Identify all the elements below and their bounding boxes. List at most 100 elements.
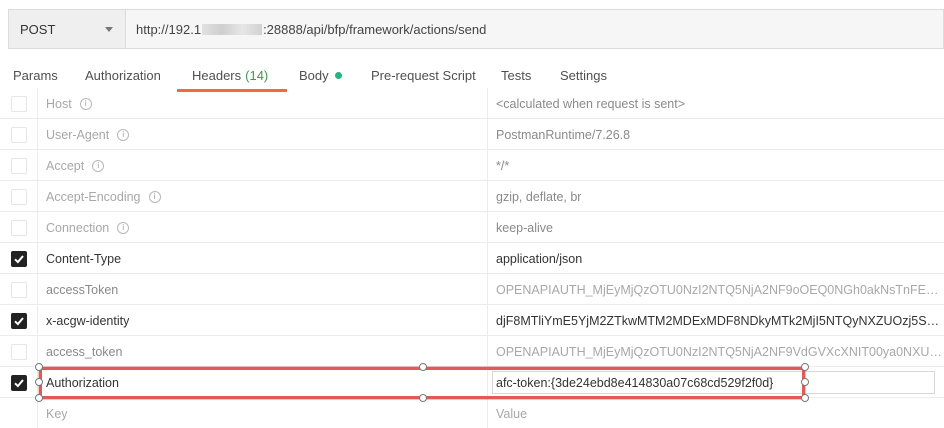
method-label: POST [20, 21, 56, 37]
header-row: Accept i */* [0, 150, 944, 181]
method-select[interactable]: POST [9, 10, 126, 48]
tab-tests[interactable]: Tests [501, 58, 531, 92]
header-value: <calculated when request is sent> [496, 96, 686, 111]
header-enable-checkbox[interactable] [10, 95, 27, 112]
chevron-down-icon [105, 26, 113, 32]
header-enable-cell [0, 398, 38, 428]
header-key-cell[interactable]: Host i [38, 88, 488, 119]
header-row: Connection i keep-alive [0, 212, 944, 243]
header-enable-checkbox[interactable] [10, 157, 27, 174]
tab-body-label: Body [299, 67, 329, 83]
tab-settings-label: Settings [560, 67, 607, 83]
tab-params-label: Params [13, 67, 58, 83]
header-row: access_token OPENAPIAUTH_MjEyMjQzOTU0NzI2… [0, 336, 944, 367]
header-key-cell[interactable]: Authorization [38, 367, 488, 398]
header-key-cell[interactable]: Content-Type [38, 243, 488, 274]
header-enable-checkbox[interactable] [10, 126, 27, 143]
header-enable-checkbox[interactable] [10, 188, 27, 205]
header-key-cell[interactable]: accessToken [38, 274, 488, 305]
header-value-cell[interactable]: OPENAPIAUTH_MjEyMjQzOTU0NzI2NTQ5NjA2NF9V… [488, 336, 944, 367]
tab-params[interactable]: Params [13, 58, 58, 92]
header-enable-checkbox[interactable] [10, 312, 27, 329]
header-value-cell[interactable]: application/json [488, 243, 944, 274]
header-value: gzip, deflate, br [496, 189, 582, 204]
header-key: User-Agent [46, 127, 110, 142]
header-enable-cell [0, 305, 38, 336]
header-value-cell[interactable]: gzip, deflate, br [488, 181, 944, 212]
request-tabs: Params Authorization Headers (14) Body Pr… [0, 58, 944, 92]
header-key: Content-Type [46, 251, 122, 266]
header-value: keep-alive [496, 220, 553, 235]
header-row: accessToken OPENAPIAUTH_MjEyMjQzOTU0NzI2N… [0, 274, 944, 305]
header-enable-checkbox[interactable] [10, 343, 27, 360]
info-icon[interactable]: i [117, 128, 130, 141]
header-key: Accept-Encoding [46, 189, 141, 204]
info-icon[interactable]: i [117, 221, 130, 234]
header-enable-checkbox[interactable] [10, 374, 27, 391]
header-enable-checkbox[interactable] [10, 250, 27, 267]
header-key: Host [46, 96, 72, 111]
header-value: OPENAPIAUTH_MjEyMjQzOTU0NzI2NTQ5NjA2NF9V… [496, 344, 944, 359]
header-key: Accept [46, 158, 85, 173]
tab-tests-label: Tests [501, 67, 532, 83]
check-icon [13, 253, 25, 265]
header-enable-checkbox[interactable] [10, 219, 27, 236]
header-value-cell[interactable]: */* [488, 150, 944, 181]
header-value-cell[interactable]: PostmanRuntime/7.26.8 [488, 119, 944, 150]
header-key: x-acgw-identity [46, 313, 130, 328]
redacted-url-segment [202, 23, 263, 35]
info-icon[interactable]: i [79, 97, 92, 110]
header-value-cell[interactable]: afc-token:{3de24ebd8e414830a07c68cd529f2… [488, 367, 944, 398]
check-icon [13, 315, 25, 327]
header-enable-cell [0, 336, 38, 367]
header-enable-checkbox[interactable] [10, 281, 27, 298]
header-enable-cell [0, 367, 38, 398]
header-row: Content-Type application/json [0, 243, 944, 274]
request-bar: POST http://192.1 :28888/api/bfp/framewo… [8, 9, 944, 49]
header-enable-cell [0, 274, 38, 305]
value-placeholder: Value [496, 406, 528, 421]
tab-settings[interactable]: Settings [560, 58, 607, 92]
new-value-input[interactable]: Value [488, 398, 944, 428]
header-key-cell[interactable]: access_token [38, 336, 488, 367]
header-enable-cell [0, 119, 38, 150]
header-value: afc-token:{3de24ebd8e414830a07c68cd529f2… [496, 375, 774, 390]
header-key-cell[interactable]: Accept i [38, 150, 488, 181]
tab-authorization[interactable]: Authorization [85, 58, 161, 92]
header-key-cell[interactable]: User-Agent i [38, 119, 488, 150]
header-row: Authorization afc-token:{3de24ebd8e414830… [0, 367, 944, 398]
info-icon[interactable]: i [148, 190, 161, 203]
header-value-cell[interactable]: OPENAPIAUTH_MjEyMjQzOTU0NzI2NTQ5NjA2NF9o… [488, 274, 944, 305]
tab-pre-request-script[interactable]: Pre-request Script [371, 58, 476, 92]
header-value: application/json [496, 251, 583, 266]
header-value: djF8MTliYmE5YjM2ZTkwMTM2MDExMDF8NDkyMTk2… [496, 313, 944, 328]
body-indicator-dot [334, 71, 342, 79]
header-value: */* [496, 158, 510, 173]
header-enable-cell [0, 88, 38, 119]
tab-pre-request-script-label: Pre-request Script [371, 67, 476, 83]
tab-body[interactable]: Body [299, 58, 342, 92]
header-key: Authorization [46, 375, 119, 390]
headers-count-badge: (14) [245, 67, 269, 83]
header-value: OPENAPIAUTH_MjEyMjQzOTU0NzI2NTQ5NjA2NF9o… [496, 282, 944, 297]
header-enable-cell [0, 212, 38, 243]
tab-headers[interactable]: Headers (14) [176, 58, 288, 92]
tab-headers-label: Headers [192, 67, 242, 83]
header-row: x-acgw-identity djF8MTliYmE5YjM2ZTkwMTM2M… [0, 305, 944, 336]
new-header-row: Key Value [0, 398, 944, 428]
header-value-cell[interactable]: keep-alive [488, 212, 944, 243]
header-value-cell[interactable]: djF8MTliYmE5YjM2ZTkwMTM2MDExMDF8NDkyMTk2… [488, 305, 944, 336]
url-input[interactable]: http://192.1 :28888/api/bfp/framework/ac… [126, 10, 943, 48]
header-row: Host i <calculated when request is sent> [0, 88, 944, 119]
header-value-cell[interactable]: <calculated when request is sent> [488, 88, 944, 119]
new-key-input[interactable]: Key [38, 398, 488, 428]
header-key-cell[interactable]: x-acgw-identity [38, 305, 488, 336]
header-key-cell[interactable]: Connection i [38, 212, 488, 243]
url-suffix: :28888/api/bfp/framework/actions/send [263, 21, 487, 37]
header-key: Connection [46, 220, 110, 235]
header-key: accessToken [46, 282, 119, 297]
header-enable-cell [0, 150, 38, 181]
header-row: Accept-Encoding i gzip, deflate, br [0, 181, 944, 212]
info-icon[interactable]: i [92, 159, 105, 172]
header-key-cell[interactable]: Accept-Encoding i [38, 181, 488, 212]
